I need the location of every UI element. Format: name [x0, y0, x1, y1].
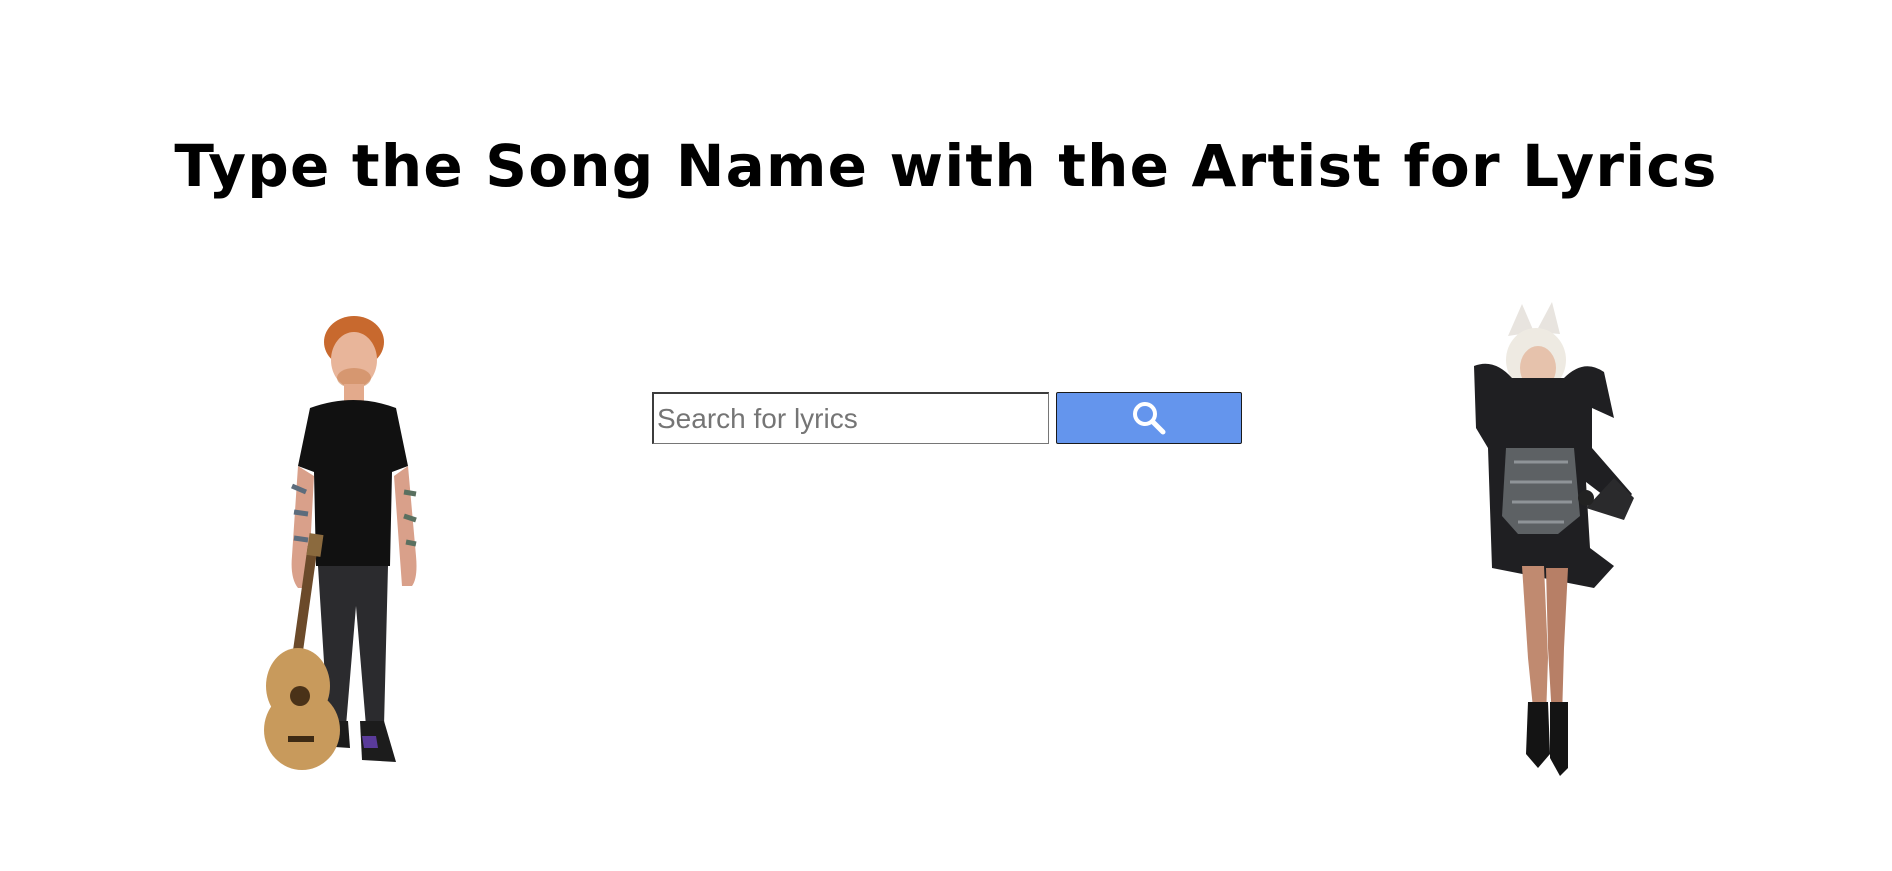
- page-title: Type the Song Name with the Artist for L…: [174, 132, 1718, 200]
- search-form: [652, 392, 1246, 446]
- search-icon: [1131, 400, 1167, 436]
- search-button[interactable]: [1056, 392, 1242, 444]
- artist-image-right: [1464, 298, 1654, 792]
- search-input[interactable]: [652, 392, 1049, 444]
- guitarist-image: [264, 316, 417, 770]
- singer-image: [1474, 302, 1634, 776]
- artist-image-left: [258, 316, 438, 776]
